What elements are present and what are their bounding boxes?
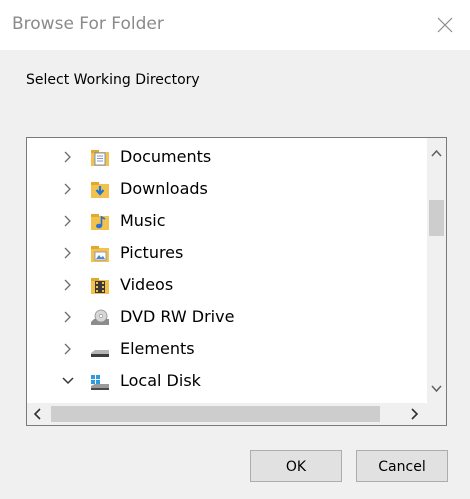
chevron-down-icon[interactable] — [61, 374, 75, 388]
local-disk-icon — [91, 375, 109, 390]
scroll-left-icon[interactable] — [27, 403, 49, 425]
tree-item-label: DVD RW Drive — [120, 307, 235, 326]
vertical-scroll-thumb[interactable] — [429, 200, 444, 236]
chevron-right-icon[interactable] — [61, 214, 75, 228]
cancel-button[interactable]: Cancel — [356, 450, 448, 482]
scroll-right-icon[interactable] — [403, 403, 425, 425]
horizontal-scrollbar[interactable] — [27, 403, 427, 425]
tree-item-dvd-rw-drive[interactable]: DVD RW Drive — [27, 302, 427, 334]
scroll-up-icon[interactable] — [427, 144, 446, 164]
downloads-folder-icon — [91, 182, 109, 198]
vertical-scrollbar[interactable] — [427, 138, 446, 403]
tree-item-elements[interactable]: Elements — [27, 334, 427, 366]
chevron-right-icon[interactable] — [61, 342, 75, 356]
tree-item-label: Pictures — [120, 243, 184, 262]
close-button[interactable] — [430, 10, 460, 40]
tree-item-label: Elements — [120, 339, 195, 358]
tree-item-downloads[interactable]: Downloads — [27, 174, 427, 206]
dialog-title: Browse For Folder — [12, 14, 164, 34]
music-folder-icon — [91, 214, 109, 230]
ok-button[interactable]: OK — [250, 450, 342, 482]
videos-folder-icon — [91, 278, 109, 294]
scroll-down-icon[interactable] — [427, 378, 446, 398]
tree-item-videos[interactable]: Videos — [27, 270, 427, 302]
pictures-folder-icon — [91, 246, 109, 262]
tree-item-music[interactable]: Music — [27, 206, 427, 238]
tree-item-label: Documents — [120, 147, 212, 166]
documents-folder-icon — [91, 150, 109, 166]
tree-item-documents[interactable]: Documents — [27, 142, 427, 174]
title-bar: Browse For Folder — [0, 0, 470, 50]
chevron-right-icon[interactable] — [61, 246, 75, 260]
horizontal-scroll-thumb[interactable] — [51, 406, 380, 422]
chevron-right-icon[interactable] — [61, 310, 75, 324]
tree-item-pictures[interactable]: Pictures — [27, 238, 427, 270]
dvd-drive-icon — [91, 309, 109, 325]
chevron-right-icon[interactable] — [61, 278, 75, 292]
tree-item-label: Music — [120, 211, 166, 230]
chevron-right-icon[interactable] — [61, 182, 75, 196]
tree-item-label: Local Disk — [120, 371, 201, 390]
chevron-right-icon[interactable] — [61, 150, 75, 164]
dialog-prompt: Select Working Directory — [26, 72, 200, 88]
tree-item-label: Downloads — [120, 179, 208, 198]
close-icon — [437, 17, 453, 33]
scrollbar-corner — [427, 403, 446, 425]
tree-item-local-disk[interactable]: Local Disk — [27, 366, 427, 398]
tree-item-label: Videos — [120, 275, 174, 294]
drive-icon — [91, 350, 109, 357]
folder-tree[interactable]: Documents Downloads Music Pictures Video… — [26, 137, 447, 426]
